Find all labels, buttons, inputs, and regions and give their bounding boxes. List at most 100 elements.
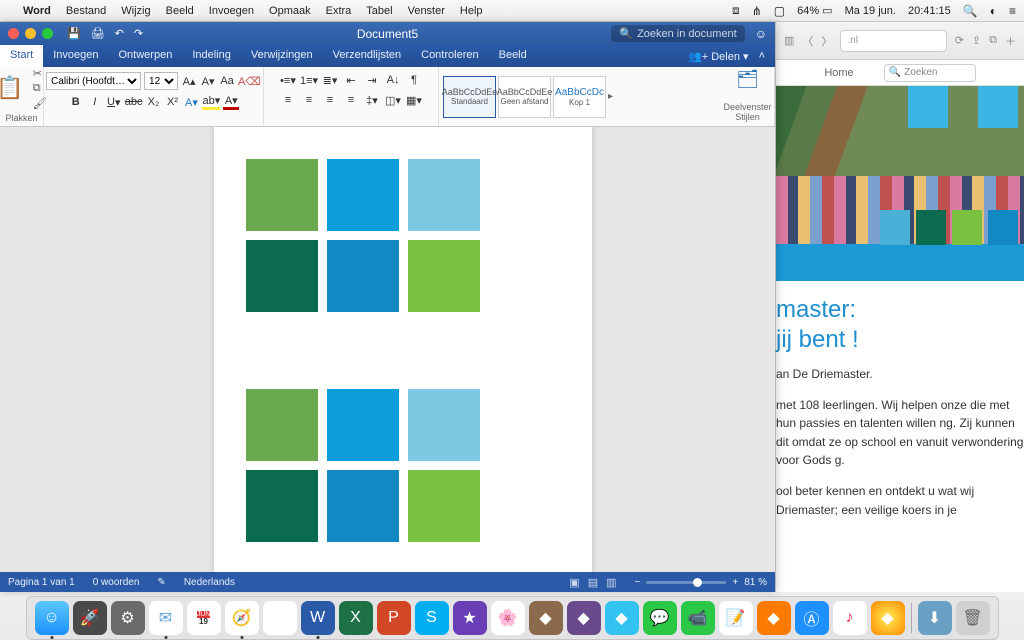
decrease-indent-button[interactable]: ⇤ — [342, 72, 360, 88]
safari-address-bar[interactable]: .nl — [840, 30, 946, 52]
swatch[interactable] — [408, 240, 480, 312]
text-effects-button[interactable]: A▾ — [183, 94, 199, 110]
font-name-select[interactable]: Calibri (Hoofdt… — [46, 72, 141, 90]
italic-button[interactable]: I — [87, 94, 103, 110]
font-size-select[interactable]: 12 — [144, 72, 178, 90]
menu-tabel[interactable]: Tabel — [366, 5, 392, 17]
style-geen-afstand[interactable]: AaBbCcDdEe Geen afstand — [498, 76, 551, 118]
safari-sidebar-icon[interactable]: ▥ — [784, 34, 794, 47]
swatch[interactable] — [246, 159, 318, 231]
tab-verzendlijsten[interactable]: Verzendlijsten — [323, 45, 412, 67]
menu-wijzig[interactable]: Wijzig — [121, 5, 150, 17]
paste-icon[interactable]: 📋 — [0, 75, 24, 101]
numbering-button[interactable]: 1≡▾ — [300, 72, 318, 88]
swatch[interactable] — [246, 389, 318, 461]
collapse-ribbon-icon[interactable]: ˄ — [759, 50, 765, 62]
safari-back-icon[interactable]: 〈 — [802, 33, 813, 49]
notification-center-icon[interactable]: ≡ — [1009, 4, 1016, 18]
dock-notes-icon[interactable]: 📝 — [719, 601, 753, 635]
minimize-window-button[interactable] — [25, 28, 36, 39]
dock-photos-icon[interactable]: 🌸 — [491, 601, 525, 635]
siri-menu-icon[interactable]: ◐ — [990, 4, 997, 18]
align-left-button[interactable]: ≡ — [279, 92, 297, 108]
dock-skype-icon[interactable]: S — [415, 601, 449, 635]
dock-word-icon[interactable]: W — [301, 601, 335, 635]
site-nav-home[interactable]: Home — [824, 67, 853, 79]
spotlight-icon[interactable]: 🔍 — [963, 4, 978, 18]
dropbox-menu-icon[interactable]: ⧈ — [732, 3, 740, 18]
dock-calendar-icon[interactable]: JUN19 — [187, 601, 221, 635]
change-case-button[interactable]: Aa — [219, 73, 235, 89]
style-kop-1[interactable]: AaBbCcDc Kop 1 — [553, 76, 606, 118]
dock-appstore-icon[interactable]: Ⓐ — [795, 601, 829, 635]
styles-pane-icon[interactable]: 🗂 — [736, 69, 759, 90]
qat-redo-icon[interactable]: ↷ — [134, 27, 143, 40]
battery-menu[interactable]: 64% ▭ — [797, 4, 832, 17]
highlight-button[interactable]: ab▾ — [202, 94, 220, 110]
borders-button[interactable]: ▦▾ — [405, 92, 423, 108]
superscript-button[interactable]: X² — [164, 94, 180, 110]
zoom-out-button[interactable]: − — [635, 577, 641, 588]
share-button[interactable]: 👥+ Delen ▾ — [688, 50, 749, 63]
tab-indeling[interactable]: Indeling — [182, 45, 241, 67]
document-area[interactable] — [0, 127, 775, 572]
zoom-percent[interactable]: 81 % — [744, 577, 767, 588]
show-marks-button[interactable]: ¶ — [405, 72, 423, 88]
align-right-button[interactable]: ≡ — [321, 92, 339, 108]
style-standaard[interactable]: AaBbCcDdEe Standaard — [443, 76, 496, 118]
dock-excel-icon[interactable]: X — [339, 601, 373, 635]
wifi-menu-icon[interactable]: ⋔ — [752, 4, 762, 18]
swatch[interactable] — [408, 389, 480, 461]
safari-share-icon[interactable]: ⇪ — [972, 34, 981, 47]
menu-bestand[interactable]: Bestand — [66, 5, 106, 17]
dock-app-icon[interactable]: ◆ — [529, 601, 563, 635]
status-word-count[interactable]: 0 woorden — [93, 577, 140, 588]
dock-app-icon[interactable]: ◆ — [757, 601, 791, 635]
swatch[interactable] — [408, 159, 480, 231]
bold-button[interactable]: B — [68, 94, 84, 110]
qat-undo-icon[interactable]: ↶ — [115, 27, 124, 40]
feedback-icon[interactable]: ☺ — [755, 27, 767, 41]
styles-more-button[interactable]: ▸ — [608, 91, 622, 102]
dock-imovie-icon[interactable]: ★ — [453, 601, 487, 635]
bullets-button[interactable]: •≡▾ — [279, 72, 297, 88]
document-search-field[interactable]: 🔍 Zoeken in document — [611, 25, 744, 42]
qat-save-icon[interactable]: 💾 — [67, 27, 81, 40]
swatch[interactable] — [327, 389, 399, 461]
dock-app-icon[interactable]: ◆ — [605, 601, 639, 635]
strikethrough-button[interactable]: abc — [125, 94, 143, 110]
view-web-icon[interactable]: ▥ — [606, 576, 616, 589]
status-page[interactable]: Pagina 1 van 1 — [8, 577, 75, 588]
menubar-time[interactable]: 20:41:15 — [908, 5, 951, 17]
tab-beeld[interactable]: Beeld — [489, 45, 537, 67]
increase-indent-button[interactable]: ⇥ — [363, 72, 381, 88]
justify-button[interactable]: ≡ — [342, 92, 360, 108]
swatch[interactable] — [246, 240, 318, 312]
swatch[interactable] — [327, 159, 399, 231]
dock-downloads-icon[interactable]: ⬇ — [918, 601, 952, 635]
menu-beeld[interactable]: Beeld — [166, 5, 194, 17]
dock-finder-icon[interactable]: ☺ — [35, 601, 69, 635]
swatch[interactable] — [408, 470, 480, 542]
font-color-button[interactable]: A▾ — [223, 94, 239, 110]
menu-venster[interactable]: Venster — [408, 5, 445, 17]
menu-help[interactable]: Help — [460, 5, 483, 17]
swatch[interactable] — [246, 470, 318, 542]
menu-opmaak[interactable]: Opmaak — [269, 5, 311, 17]
view-print-icon[interactable]: ▤ — [588, 576, 598, 589]
dock-app-icon[interactable]: ◆ — [567, 601, 601, 635]
menubar-date[interactable]: Ma 19 jun. — [845, 5, 896, 17]
zoom-window-button[interactable] — [42, 28, 53, 39]
grow-font-button[interactable]: A▴ — [181, 73, 197, 89]
close-window-button[interactable] — [8, 28, 19, 39]
dock-app-icon[interactable]: ◆ — [871, 601, 905, 635]
app-name[interactable]: Word — [23, 5, 51, 17]
tab-invoegen[interactable]: Invoegen — [43, 45, 108, 67]
airplay-menu-icon[interactable]: ▢ — [774, 4, 785, 18]
menu-extra[interactable]: Extra — [326, 5, 352, 17]
zoom-slider[interactable] — [646, 581, 726, 584]
status-language[interactable]: Nederlands — [184, 577, 235, 588]
swatch[interactable] — [327, 240, 399, 312]
line-spacing-button[interactable]: ‡▾ — [363, 92, 381, 108]
shading-button[interactable]: ◫▾ — [384, 92, 402, 108]
